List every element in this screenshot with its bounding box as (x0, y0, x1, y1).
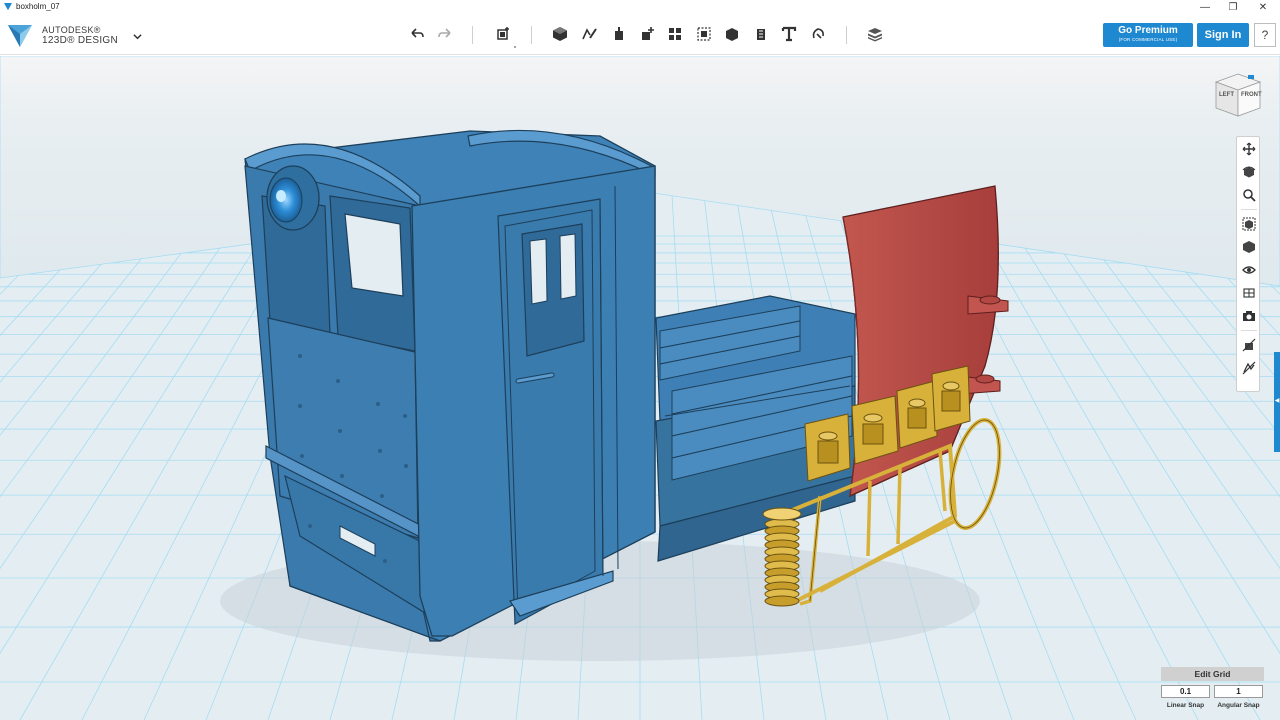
undo-icon[interactable] (406, 23, 428, 45)
hide-sketch-icon[interactable] (1239, 358, 1259, 378)
pattern-icon[interactable] (664, 23, 686, 45)
brand-product: 123D® DESIGN (42, 35, 118, 46)
angular-snap-label: Angular Snap (1217, 702, 1260, 709)
spring-cap (762, 507, 802, 521)
navigation-bar (1236, 136, 1260, 392)
orbit-icon[interactable] (1239, 162, 1259, 182)
redo-icon[interactable] (434, 23, 456, 45)
view-cube-front-label: FRONT (1241, 92, 1262, 98)
view-cube[interactable]: LEFT FRONT (1212, 70, 1264, 120)
primitives-icon[interactable] (549, 23, 571, 45)
nav-divider (1241, 330, 1257, 331)
angular-snap-field[interactable]: 1 (1214, 685, 1263, 698)
edit-grid-button[interactable]: Edit Grid (1161, 667, 1264, 681)
help-button[interactable]: ? (1254, 23, 1276, 47)
pan-icon[interactable] (1239, 139, 1259, 159)
group-icon[interactable] (693, 23, 715, 45)
scene-canvas[interactable] (0, 56, 1280, 720)
autodesk-123d-logo-icon[interactable] (6, 22, 34, 50)
nav-divider (1241, 209, 1257, 210)
modify-icon[interactable] (636, 23, 658, 45)
toolbar-divider (846, 26, 847, 44)
go-premium-button[interactable]: Go Premium (FOR COMMERCIAL USE) (1103, 23, 1193, 47)
expand-panel-chevron-icon[interactable]: ◀ (1274, 395, 1280, 405)
go-premium-label: Go Premium (1118, 25, 1178, 36)
maximize-button[interactable]: ❐ (1218, 0, 1248, 15)
dropdown-dot (514, 46, 516, 48)
app-menu-chevron-down-icon[interactable] (130, 29, 144, 43)
close-button[interactable]: ✕ (1248, 0, 1278, 15)
window-title: boxholm_07 (16, 2, 60, 11)
app-toolbar: AUTODESK® 123D® DESIGN Go Premium (FOR C… (0, 15, 1280, 55)
3d-viewport[interactable]: LEFT FRONT ◀ (0, 56, 1280, 720)
visibility-icon[interactable] (1239, 260, 1259, 280)
toolbar-divider (472, 26, 473, 44)
linear-snap-field[interactable]: 0.1 (1161, 685, 1210, 698)
fit-icon[interactable] (1239, 214, 1259, 234)
zoom-icon[interactable] (1239, 185, 1259, 205)
spring-coil (764, 595, 800, 607)
construct-icon[interactable] (607, 23, 629, 45)
sign-in-button[interactable]: Sign In (1197, 23, 1249, 47)
linear-snap-label: Linear Snap (1166, 702, 1205, 709)
sketch-icon[interactable] (578, 23, 600, 45)
minimize-button[interactable]: — (1190, 0, 1220, 15)
transform-icon[interactable] (492, 23, 514, 45)
toolbar-divider (531, 26, 532, 44)
app-icon (4, 3, 12, 11)
material-icon[interactable] (864, 23, 886, 45)
view-mode-icon[interactable] (1239, 237, 1259, 257)
hide-grid-icon[interactable] (1239, 335, 1259, 355)
view-cube-left-label: LEFT (1219, 92, 1234, 98)
window-title-bar: boxholm_07 — ❐ ✕ (0, 0, 1280, 15)
text-icon[interactable] (778, 23, 800, 45)
combine-icon[interactable] (721, 23, 743, 45)
measure-icon[interactable] (750, 23, 772, 45)
snap-icon[interactable] (807, 23, 829, 45)
camera-icon[interactable] (1239, 306, 1259, 326)
materials-outline-icon[interactable] (1239, 283, 1259, 303)
go-premium-sublabel: (FOR COMMERCIAL USE) (1118, 37, 1178, 42)
brand-company: AUTODESK® (42, 25, 101, 35)
